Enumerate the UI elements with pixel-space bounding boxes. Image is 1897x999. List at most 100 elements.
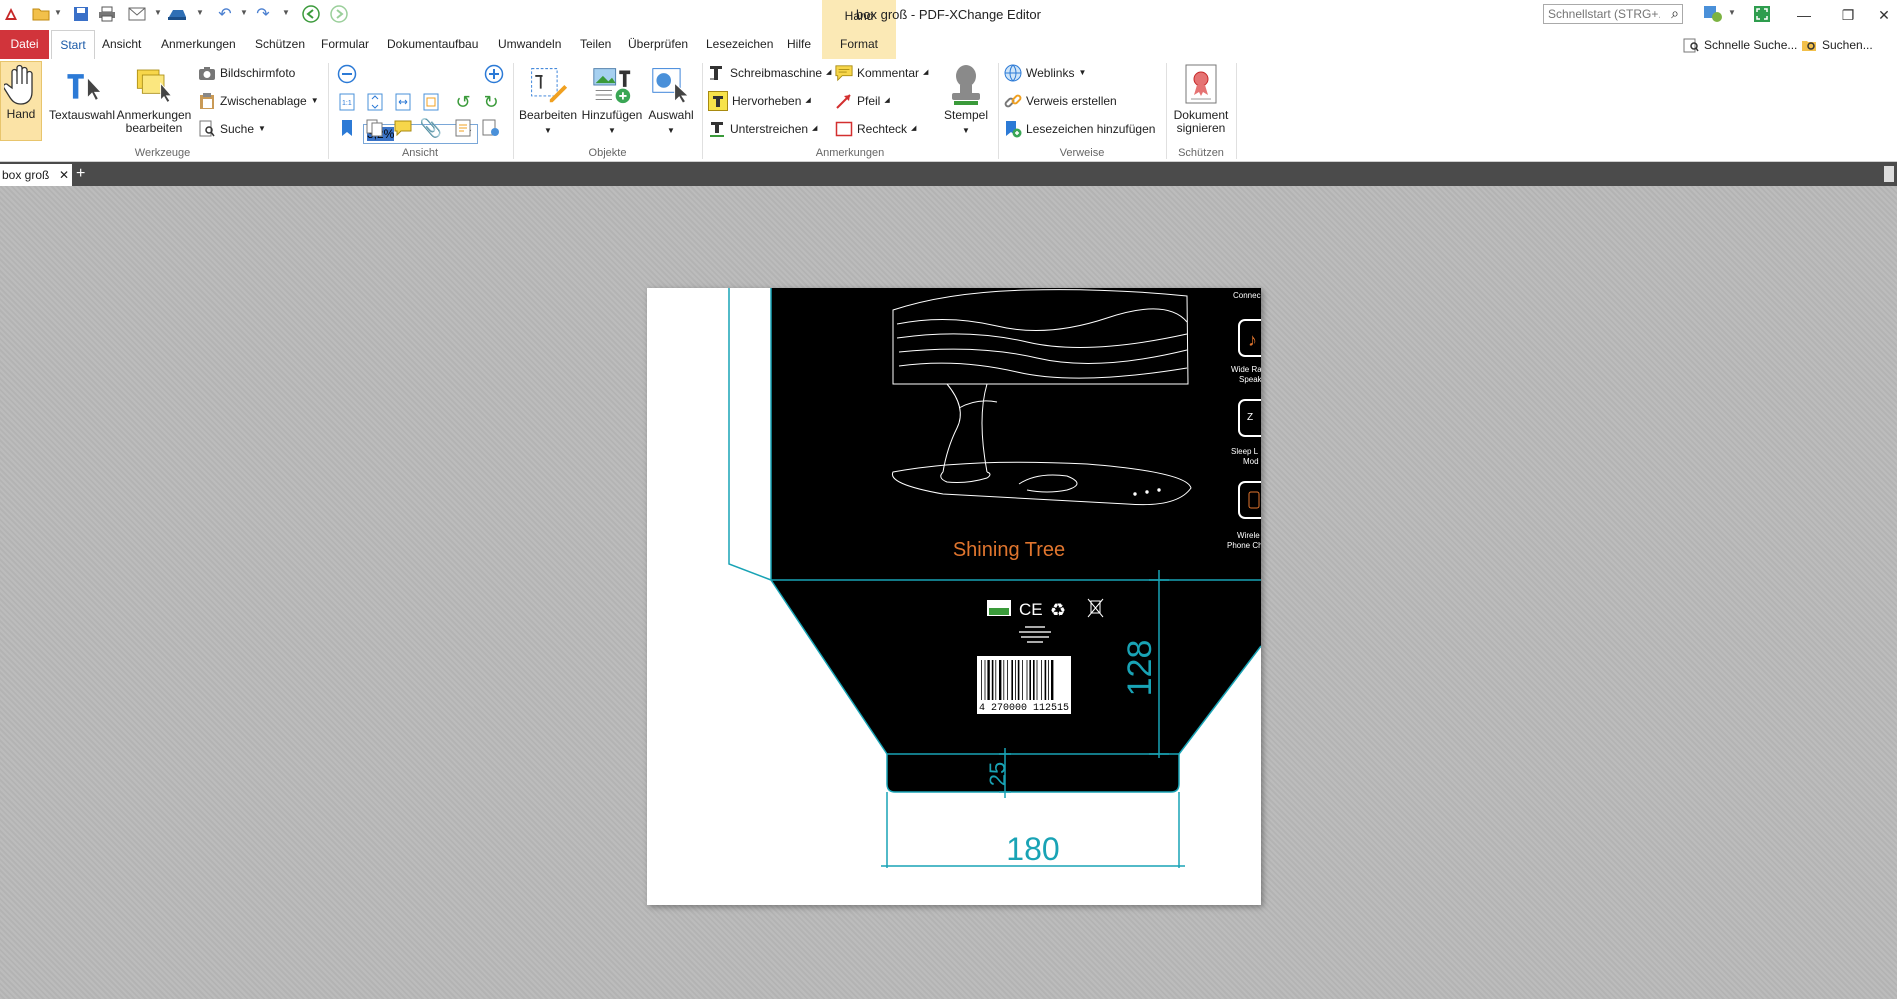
feature-text-1: Wide Ra: [1231, 365, 1261, 374]
sign-document-label: Dokument signieren: [1173, 108, 1229, 135]
arrow-button[interactable]: Pfeil ◢: [835, 90, 890, 112]
email-dropdown-icon[interactable]: ▼: [154, 8, 162, 17]
ui-options-icon[interactable]: [1702, 3, 1724, 25]
tab-dokumentaufbau[interactable]: Dokumentaufbau: [387, 30, 478, 59]
edit-objects-button[interactable]: Bearbeiten ▼: [518, 63, 578, 137]
fit-width-icon[interactable]: [392, 91, 414, 113]
barcode-bar: [1029, 660, 1031, 700]
tab-list-scroll[interactable]: [1884, 166, 1894, 182]
tab-datei[interactable]: Datei: [0, 30, 49, 59]
feature-text-4: Mod: [1243, 457, 1259, 466]
undo-dropdown-icon[interactable]: ▼: [240, 8, 248, 17]
document-tab[interactable]: box groß ✕: [0, 164, 72, 186]
open-dropdown-icon[interactable]: ▼: [54, 8, 62, 17]
forward-icon[interactable]: [328, 3, 350, 25]
properties-icon[interactable]: [452, 117, 474, 139]
comments-icon[interactable]: [392, 117, 414, 139]
bookmark-icon[interactable]: [336, 117, 358, 139]
fullscreen-icon[interactable]: [1751, 3, 1773, 25]
scan-dropdown-icon[interactable]: ▼: [196, 8, 204, 17]
underline-button[interactable]: Unterstreichen ◢: [708, 118, 817, 140]
weblinks-button[interactable]: Weblinks ▼: [1004, 62, 1086, 84]
tab-ueberpruefen[interactable]: Überprüfen: [628, 30, 688, 59]
rotate-left-icon[interactable]: ↺: [452, 91, 474, 113]
comment-icon: [835, 64, 853, 82]
add-objects-button[interactable]: Hinzufügen ▼: [580, 63, 644, 137]
zoom-in-icon[interactable]: [483, 63, 505, 85]
pages-icon[interactable]: [364, 117, 386, 139]
actual-size-icon[interactable]: 1:1: [336, 91, 358, 113]
page-settings-icon[interactable]: [480, 117, 502, 139]
save-icon[interactable]: [70, 3, 92, 25]
tab-ansicht[interactable]: Ansicht: [102, 30, 141, 59]
close-button[interactable]: ✕: [1866, 3, 1897, 27]
tab-lesezeichen[interactable]: Lesezeichen: [706, 30, 773, 59]
email-icon[interactable]: [126, 3, 148, 25]
quick-search-button[interactable]: Schnelle Suche...: [1682, 34, 1797, 56]
tab-umwandeln[interactable]: Umwandeln: [498, 30, 561, 59]
fit-visible-icon[interactable]: [420, 91, 442, 113]
arrow-icon: [835, 92, 853, 110]
text-select-button[interactable]: Textauswahl: [48, 63, 116, 122]
create-link-label: Verweis erstellen: [1026, 94, 1117, 108]
zoom-out-icon[interactable]: [336, 63, 358, 85]
search-tool-button[interactable]: Suche ▼: [198, 118, 266, 140]
clipboard-button[interactable]: Zwischenablage ▼: [198, 90, 319, 112]
app-logo-icon[interactable]: [0, 3, 22, 25]
print-icon[interactable]: [96, 3, 118, 25]
tab-schuetzen[interactable]: Schützen: [255, 30, 305, 59]
comment-button[interactable]: Kommentar ◢: [835, 62, 928, 84]
screenshot-button[interactable]: Bildschirmfoto: [198, 62, 295, 84]
minimize-button[interactable]: —: [1786, 3, 1822, 27]
underline-icon: [708, 120, 726, 138]
scan-icon[interactable]: [166, 3, 188, 25]
tab-hilfe[interactable]: Hilfe: [787, 30, 811, 59]
tab-anmerkungen[interactable]: Anmerkungen: [161, 30, 236, 59]
select-objects-label: Auswahl: [648, 108, 694, 122]
tab-start[interactable]: Start: [51, 30, 95, 60]
quick-launch-box[interactable]: ⌕: [1543, 4, 1683, 24]
stamp-dropdown-icon: ▼: [962, 126, 970, 135]
highlight-label: Hervorheben: [732, 94, 802, 108]
group-separator: [998, 63, 999, 159]
close-tab-icon[interactable]: ✕: [59, 164, 69, 186]
document-tab-label: box groß: [2, 168, 50, 182]
new-tab-icon[interactable]: +: [76, 164, 85, 184]
undo-icon[interactable]: ↶: [214, 3, 236, 25]
search-button[interactable]: Suchen...: [1800, 34, 1873, 56]
sign-document-button[interactable]: Dokument signieren: [1168, 63, 1234, 135]
pdf-page[interactable]: Shining Tree Connec ♪ Wide Ra Speak Z Sl…: [647, 288, 1261, 905]
rectangle-button[interactable]: Rechteck ◢: [835, 118, 916, 140]
barcode-bar: [984, 660, 986, 700]
quick-search-icon: [1682, 36, 1700, 54]
select-objects-button[interactable]: Auswahl ▼: [644, 63, 698, 137]
barcode-bar: [1051, 660, 1054, 700]
tab-formular[interactable]: Formular: [321, 30, 369, 59]
rotate-right-icon[interactable]: ↻: [480, 91, 502, 113]
barcode-bar: [1017, 660, 1020, 700]
redo-icon[interactable]: ↷: [252, 3, 274, 25]
stamp-button[interactable]: Stempel ▼: [940, 63, 992, 137]
typewriter-button[interactable]: Schreibmaschine ◢: [708, 62, 831, 84]
create-link-button[interactable]: Verweis erstellen: [1004, 90, 1117, 112]
search-icon[interactable]: ⌕: [1671, 5, 1679, 22]
clipboard-label: Zwischenablage: [220, 94, 307, 108]
rectangle-icon: [835, 120, 853, 138]
fit-page-icon[interactable]: [364, 91, 386, 113]
group-label-anmerkungen: Anmerkungen: [815, 147, 885, 159]
attachments-icon[interactable]: 📎: [420, 117, 442, 139]
back-icon[interactable]: [300, 3, 322, 25]
quick-launch-input[interactable]: [1544, 5, 1664, 23]
hand-tool-button[interactable]: Hand: [0, 61, 42, 141]
open-folder-icon[interactable]: [30, 3, 52, 25]
add-bookmark-button[interactable]: Lesezeichen hinzufügen: [1004, 118, 1155, 140]
restore-button[interactable]: ❐: [1830, 3, 1866, 27]
tab-teilen[interactable]: Teilen: [580, 30, 611, 59]
tab-format[interactable]: Format: [822, 30, 896, 59]
highlight-button[interactable]: Hervorheben ◢: [708, 90, 811, 112]
redo-dropdown-icon[interactable]: ▼: [282, 8, 290, 17]
edit-annotations-button[interactable]: Anmerkungen bearbeiten: [116, 63, 192, 135]
weblinks-label: Weblinks: [1026, 66, 1075, 80]
search-tool-dropdown-icon: ▼: [258, 124, 266, 133]
ui-options-dropdown-icon[interactable]: ▼: [1728, 8, 1736, 17]
